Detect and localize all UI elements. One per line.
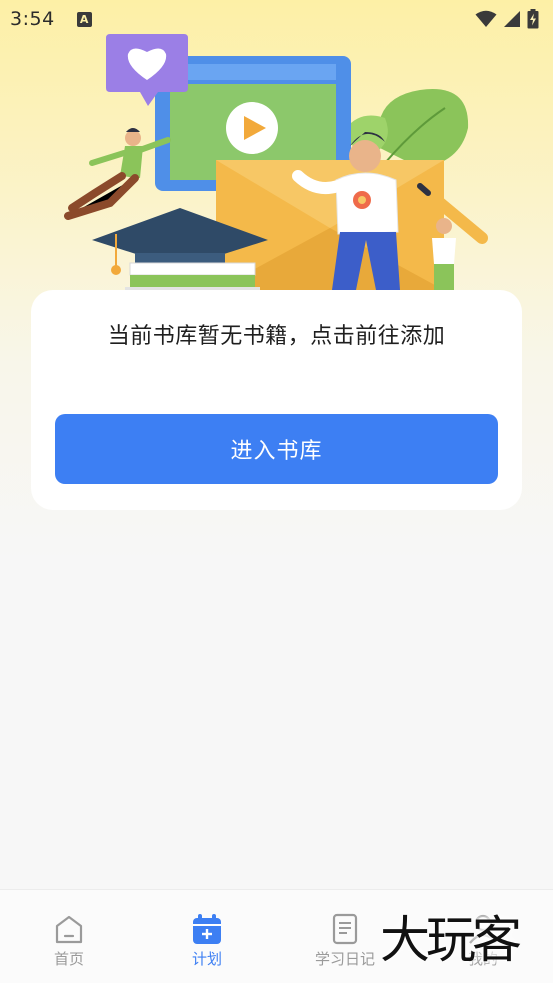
- tab-plan-label: 计划: [191, 950, 222, 968]
- status-time: 3:54: [10, 8, 55, 30]
- notification-a-icon: A: [76, 11, 92, 27]
- tab-plan[interactable]: 计划: [138, 890, 276, 983]
- wifi-icon: [475, 10, 497, 27]
- enter-library-button[interactable]: 进入书库: [55, 414, 498, 484]
- notebook-icon: [332, 913, 358, 945]
- empty-library-message: 当前书库暂无书籍，点击前往添加: [107, 324, 446, 349]
- empty-library-card: 当前书库暂无书籍，点击前往添加 进入书库: [31, 290, 522, 510]
- signal-icon: [504, 11, 520, 27]
- calendar-plus-icon: [193, 914, 221, 944]
- empty-library-illustration: [64, 34, 488, 290]
- home-icon: [55, 915, 83, 944]
- tab-home[interactable]: 首页: [0, 890, 138, 983]
- tab-home-label: 首页: [53, 950, 84, 968]
- watermark-logo: 大玩客: [380, 911, 522, 969]
- battery-charging-icon: [527, 9, 539, 29]
- status-icons: [475, 9, 539, 29]
